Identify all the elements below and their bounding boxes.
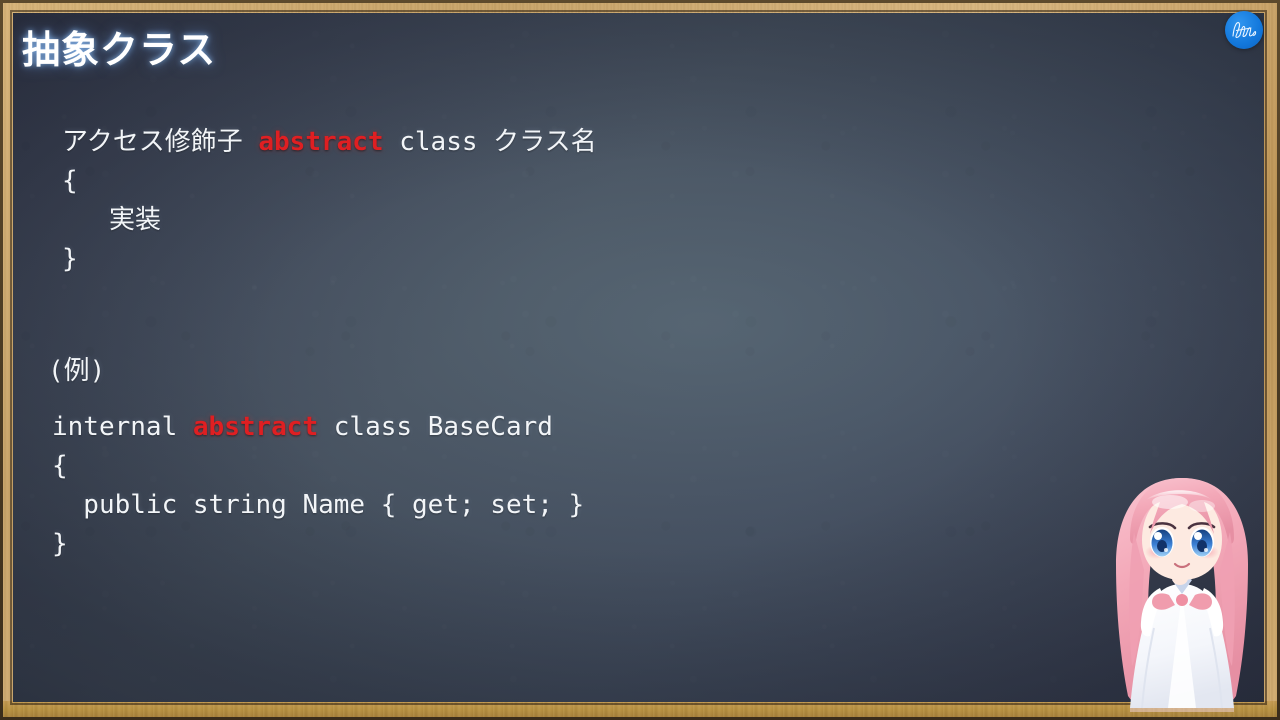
syntax-line1-suffix: class クラス名 [383, 127, 597, 157]
example-keyword-abstract: abstract [192, 412, 319, 442]
example-line1-suffix: class BaseCard [318, 412, 553, 442]
chibi-mascot-illustration [1086, 460, 1278, 720]
example-label: (例) [48, 356, 106, 386]
example-code-block: internal abstract class BaseCard { publi… [52, 408, 584, 564]
syntax-line3-body: 実装 [62, 205, 161, 235]
syntax-code-block: アクセス修飾子 abstract class クラス名 { 実装 } [62, 123, 597, 279]
slide-root: 抽象クラス アクセス修飾子 abstract class クラス名 { 実装 }… [0, 0, 1280, 720]
syntax-line2-open-brace: { [62, 166, 78, 196]
frame-inner-shadow [12, 12, 1265, 703]
example-line4-close-brace: } [52, 529, 68, 559]
example-line1-prefix: internal [52, 412, 193, 442]
syntax-line1-prefix: アクセス修飾子 [62, 127, 259, 157]
page-title: 抽象クラス [22, 30, 217, 72]
example-line3-property: public string Name { get; set; } [52, 490, 585, 520]
channel-logo-icon [1225, 11, 1263, 49]
syntax-line4-close-brace: } [62, 244, 78, 274]
example-line2-open-brace: { [52, 451, 68, 481]
syntax-keyword-abstract: abstract [258, 127, 384, 157]
